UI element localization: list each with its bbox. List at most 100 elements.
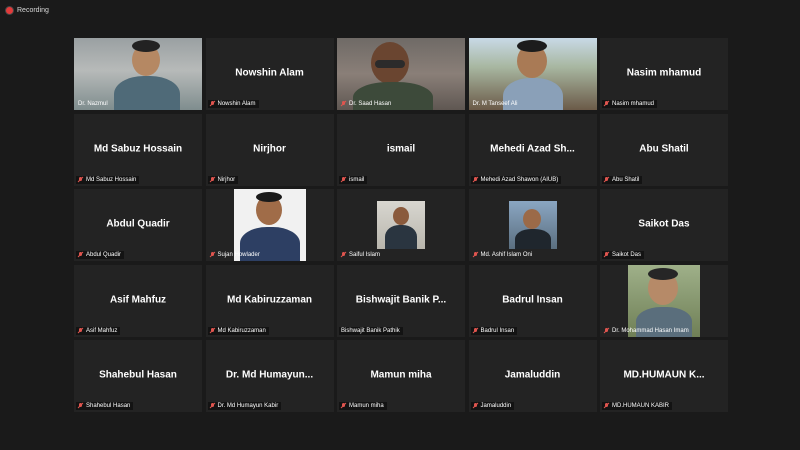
microphone-muted-icon	[604, 403, 609, 409]
participant-name-label: Jamaluddin	[470, 402, 515, 410]
participant-name: Sujan Howlader	[217, 252, 260, 258]
participant-name: Dr. Nazmul	[78, 101, 108, 107]
profile-face	[393, 207, 409, 225]
participant-tile[interactable]: Nirjhor Nirjhor	[205, 113, 334, 186]
participant-name-label: Mamun miha	[339, 402, 387, 410]
participant-display-name: Saikot Das	[638, 218, 690, 230]
participant-tile[interactable]: Jamaluddin Jamaluddin	[468, 340, 597, 412]
microphone-muted-icon	[78, 327, 83, 334]
profile-hair	[255, 192, 282, 202]
profile-hair	[648, 267, 678, 280]
profile-face	[522, 209, 541, 229]
participant-display-name: Md Kabiruzzaman	[226, 294, 312, 306]
participant-tile[interactable]: Dr. Saad Hasan	[337, 38, 465, 110]
participant-display-name: Nowshin Alam	[235, 67, 304, 79]
participant-name-label: Abu Shatil	[602, 175, 643, 184]
participant-tile[interactable]: Nasim mhamud Nasim mhamud	[600, 38, 728, 110]
microphone-muted-icon	[473, 252, 478, 258]
gallery-grid: Dr. Nazmul Nowshin Alam Nowshin Alam Dr.…	[74, 38, 728, 412]
participant-name-label: Md Sabuz Hossain	[76, 175, 140, 184]
participant-name-label: Md. Ashif Islam Oni	[471, 251, 536, 259]
participant-display-name: Mehedi Azad Sh...	[490, 143, 575, 155]
participant-tile[interactable]: Md Kabiruzzaman Md Kabiruzzaman	[205, 264, 334, 337]
microphone-muted-icon	[604, 252, 609, 258]
recording-label: Recording	[17, 6, 49, 14]
participant-tile[interactable]: MD.HUMAUN K... MD.HUMAUN KABIR	[600, 340, 728, 412]
participant-tile[interactable]: Saikot Das Saikot Das	[600, 189, 728, 261]
participant-tile[interactable]: ismail ismail	[337, 113, 465, 186]
participant-name: Abu Shatil	[612, 176, 640, 183]
participant-name: Md Kabiruzzaman	[217, 327, 266, 334]
participant-tile[interactable]: Sujan Howlader	[205, 189, 334, 261]
participant-tile-active-speaker[interactable]: Dr. M Tanseef Ali	[468, 38, 597, 110]
participant-tile[interactable]: Asif Mahfuz Asif Mahfuz	[74, 264, 202, 337]
participant-tile[interactable]: Abdul Quadir Abdul Quadir	[74, 189, 202, 261]
participant-name: ismail	[349, 176, 365, 183]
participant-display-name: Md Sabuz Hossain	[93, 143, 183, 155]
participant-name-label: Shahebul Hasan	[76, 402, 134, 410]
participant-tile[interactable]: Mamun miha Mamun miha	[337, 340, 465, 412]
participant-name-label: Nowshin Alam	[207, 100, 259, 108]
participant-tile[interactable]: Bishwajit Banik P... Bishwajit Banik Pat…	[337, 264, 465, 337]
participant-name-label: Dr. Saad Hasan	[339, 100, 394, 108]
participant-name: Badrul Insan	[480, 327, 515, 334]
participant-name: Saiful Islam	[349, 252, 381, 258]
participant-tile[interactable]: Badrul Insan Badrul Insan	[468, 264, 597, 337]
participant-name-label: Dr. M Tanseef Ali	[471, 100, 521, 108]
participant-name-label: MD.HUMAUN KABIR	[602, 402, 673, 410]
participant-display-name: Jamaluddin	[504, 369, 561, 381]
microphone-muted-icon	[604, 176, 609, 183]
participant-display-name: Dr. Md Humayun...	[225, 369, 314, 381]
participant-tile[interactable]: Abu Shatil Abu Shatil	[600, 113, 728, 186]
microphone-muted-icon	[210, 252, 215, 258]
participant-name-label: Saikot Das	[602, 251, 645, 259]
microphone-muted-icon	[473, 403, 478, 409]
microphone-muted-icon	[78, 176, 83, 183]
participant-display-name: MD.HUMAUN K...	[623, 369, 705, 381]
participant-tile[interactable]: Dr. Nazmul	[74, 38, 202, 110]
participant-name-label: Dr. Nazmul	[76, 100, 111, 108]
participant-display-name: Badrul Insan	[502, 294, 563, 306]
participant-tile[interactable]: Dr. Md Humayun... Dr. Md Humayun Kabir	[205, 340, 334, 412]
participant-tile[interactable]: Md Sabuz Hossain Md Sabuz Hossain	[74, 113, 202, 186]
profile-photo	[508, 201, 557, 249]
participant-name: Nasim mhamud	[612, 101, 655, 107]
participant-display-name: Abdul Quadir	[106, 218, 170, 230]
participant-display-name: Bishwajit Banik P...	[355, 294, 447, 306]
microphone-muted-icon	[78, 403, 83, 409]
participant-tile[interactable]: Md. Ashif Islam Oni	[468, 189, 597, 261]
participant-display-name: Abu Shatil	[639, 143, 689, 155]
microphone-muted-icon	[604, 101, 609, 107]
participant-tile[interactable]: Shahebul Hasan Shahebul Hasan	[74, 340, 202, 412]
microphone-muted-icon	[473, 327, 478, 334]
participant-tile[interactable]: Nowshin Alam Nowshin Alam	[205, 38, 334, 110]
participant-name-label: Saiful Islam	[339, 251, 383, 259]
participant-name-label: Dr. Mohammad Hasan Imam	[602, 327, 692, 335]
participant-name-label: Dr. Md Humayun Kabir	[207, 402, 282, 410]
participant-name: Dr. Mohammad Hasan Imam	[612, 327, 689, 334]
participant-name: Md Sabuz Hossain	[86, 176, 137, 183]
recording-indicator[interactable]: Recording	[6, 4, 49, 16]
participant-name: Nowshin Alam	[217, 101, 256, 107]
participant-tile[interactable]: Dr. Mohammad Hasan Imam	[600, 264, 728, 337]
participant-name: Md. Ashif Islam Oni	[480, 252, 533, 258]
participant-tile[interactable]: Saiful Islam	[337, 189, 465, 261]
microphone-muted-icon	[210, 101, 215, 107]
participant-name-label: Nasim mhamud	[602, 100, 658, 108]
participant-display-name: Mamun miha	[370, 369, 432, 381]
microphone-muted-icon	[604, 327, 609, 334]
participant-display-name: Asif Mahfuz	[109, 294, 167, 306]
participant-name: Bishwajit Banik Pathik	[341, 327, 400, 334]
participant-name: MD.HUMAUN KABIR	[612, 403, 670, 409]
participant-name-label: Badrul Insan	[470, 326, 518, 335]
participant-hair	[132, 40, 160, 52]
participant-display-name: Shahebul Hasan	[99, 369, 177, 381]
participant-name: Shahebul Hasan	[86, 403, 131, 409]
participant-name-label: Asif Mahfuz	[76, 326, 121, 335]
participant-hair	[516, 40, 547, 52]
microphone-muted-icon	[341, 403, 346, 409]
participant-tile[interactable]: Mehedi Azad Sh... Mehedi Azad Shawon (AI…	[468, 113, 597, 186]
participant-name: Saikot Das	[612, 252, 642, 258]
participant-display-name: ismail	[386, 143, 416, 155]
participant-name: Mamun miha	[349, 403, 384, 409]
